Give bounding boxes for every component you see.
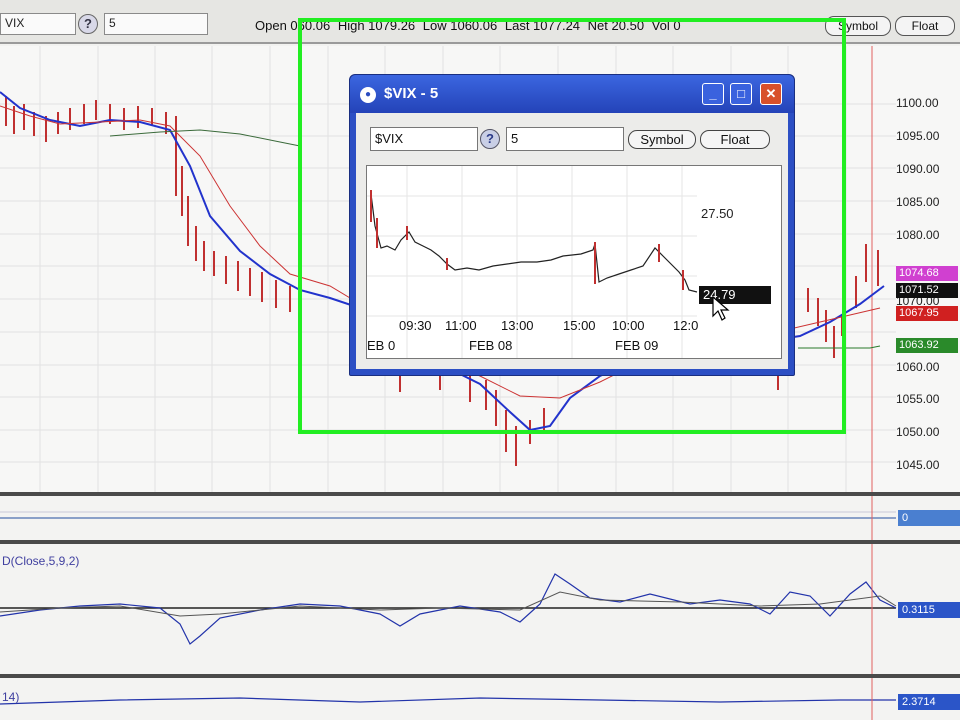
- close-icon[interactable]: ✕: [760, 83, 782, 105]
- indicator-panel-3-canvas: [0, 678, 896, 720]
- window-title: $VIX - 5: [384, 85, 439, 102]
- trading-platform-screen: VIX ? 5 Open 060.06 High 1079.26 Low 106…: [0, 0, 960, 720]
- window-symbol-input[interactable]: $VIX: [370, 127, 478, 151]
- vix-time-tick: 10:00: [612, 318, 645, 333]
- price-label: 1050.00: [896, 425, 940, 439]
- vix-time-tick: 09:30: [399, 318, 432, 333]
- ma-green-line: [109, 129, 301, 147]
- indicator-panel-3[interactable]: 14) 2.3714: [0, 678, 960, 720]
- indicator-panel-1[interactable]: 0: [0, 496, 960, 540]
- price-label: 1090.00: [896, 162, 940, 176]
- price-label: 1080.00: [896, 228, 940, 242]
- indicator-3-label: 14): [2, 690, 20, 704]
- float-button[interactable]: Float: [895, 16, 955, 36]
- vix-time-tick: 13:00: [501, 318, 534, 333]
- symbol-input[interactable]: VIX: [0, 13, 76, 35]
- app-icon: ●: [360, 87, 376, 103]
- vix-date-tick: EB 0: [367, 338, 396, 353]
- vix-candles: [370, 190, 684, 290]
- price-badge-black: 1071.52: [896, 283, 958, 298]
- price-label: 1060.00: [896, 360, 940, 374]
- vix-time-tick: 12:0: [673, 318, 699, 333]
- maximize-icon[interactable]: □: [730, 83, 752, 105]
- vix-time-tick: 11:00: [445, 318, 477, 333]
- indicator-panel-2[interactable]: D(Close,5,9,2) 0.3115: [0, 544, 960, 674]
- indicator-2-label: D(Close,5,9,2): [2, 554, 80, 568]
- window-interval-input[interactable]: 5: [506, 127, 624, 151]
- vix-date-tick: FEB 09: [615, 338, 659, 353]
- window-symbol-button[interactable]: Symbol: [628, 130, 696, 149]
- indicator-panel-1-canvas: [0, 496, 896, 540]
- price-label: 1045.00: [896, 458, 940, 472]
- price-badge-green: 1063.92: [896, 338, 958, 353]
- float-window[interactable]: ● $VIX - 5 _ □ ✕ $VIX ? 5 Symbol Float 2…: [349, 74, 795, 376]
- minimize-icon[interactable]: _: [702, 83, 724, 105]
- vix-time-tick: 15:00: [563, 318, 596, 333]
- window-titlebar[interactable]: ● $VIX - 5 _ □ ✕: [350, 75, 794, 113]
- price-badge-red: 1067.95: [896, 306, 958, 321]
- vix-date-tick: FEB 08: [469, 338, 513, 353]
- mouse-pointer-icon: [712, 296, 730, 321]
- vix-mini-chart[interactable]: 27.50 24.79 09:30 11:00 13:00 15:00 10:0…: [366, 165, 782, 359]
- price-label: 1055.00: [896, 392, 940, 406]
- interval-input[interactable]: 5: [104, 13, 208, 35]
- indicator-2-badge: 0.3115: [898, 602, 960, 618]
- price-label: 1085.00: [896, 195, 940, 209]
- vix-price-label: 27.50: [701, 206, 734, 221]
- help-icon[interactable]: ?: [78, 14, 98, 34]
- price-label: 1095.00: [896, 129, 940, 143]
- indicator-3-badge: 2.3714: [898, 694, 960, 710]
- indicator-1-badge: 0: [898, 510, 960, 526]
- vix-price-line: [370, 193, 698, 293]
- indicator-panel-2-canvas: [0, 544, 897, 674]
- window-help-icon[interactable]: ?: [480, 129, 500, 149]
- window-float-button[interactable]: Float: [700, 130, 770, 149]
- vix-last-price: 24.79: [699, 286, 771, 304]
- price-label: 1100.00: [896, 96, 939, 110]
- price-badge-magenta: 1074.68: [896, 266, 958, 281]
- price-axis: 1100.00 1095.00 1090.00 1085.00 1080.00 …: [896, 46, 960, 492]
- window-body: $VIX ? 5 Symbol Float 27.50 24.79 09:30 …: [356, 113, 788, 369]
